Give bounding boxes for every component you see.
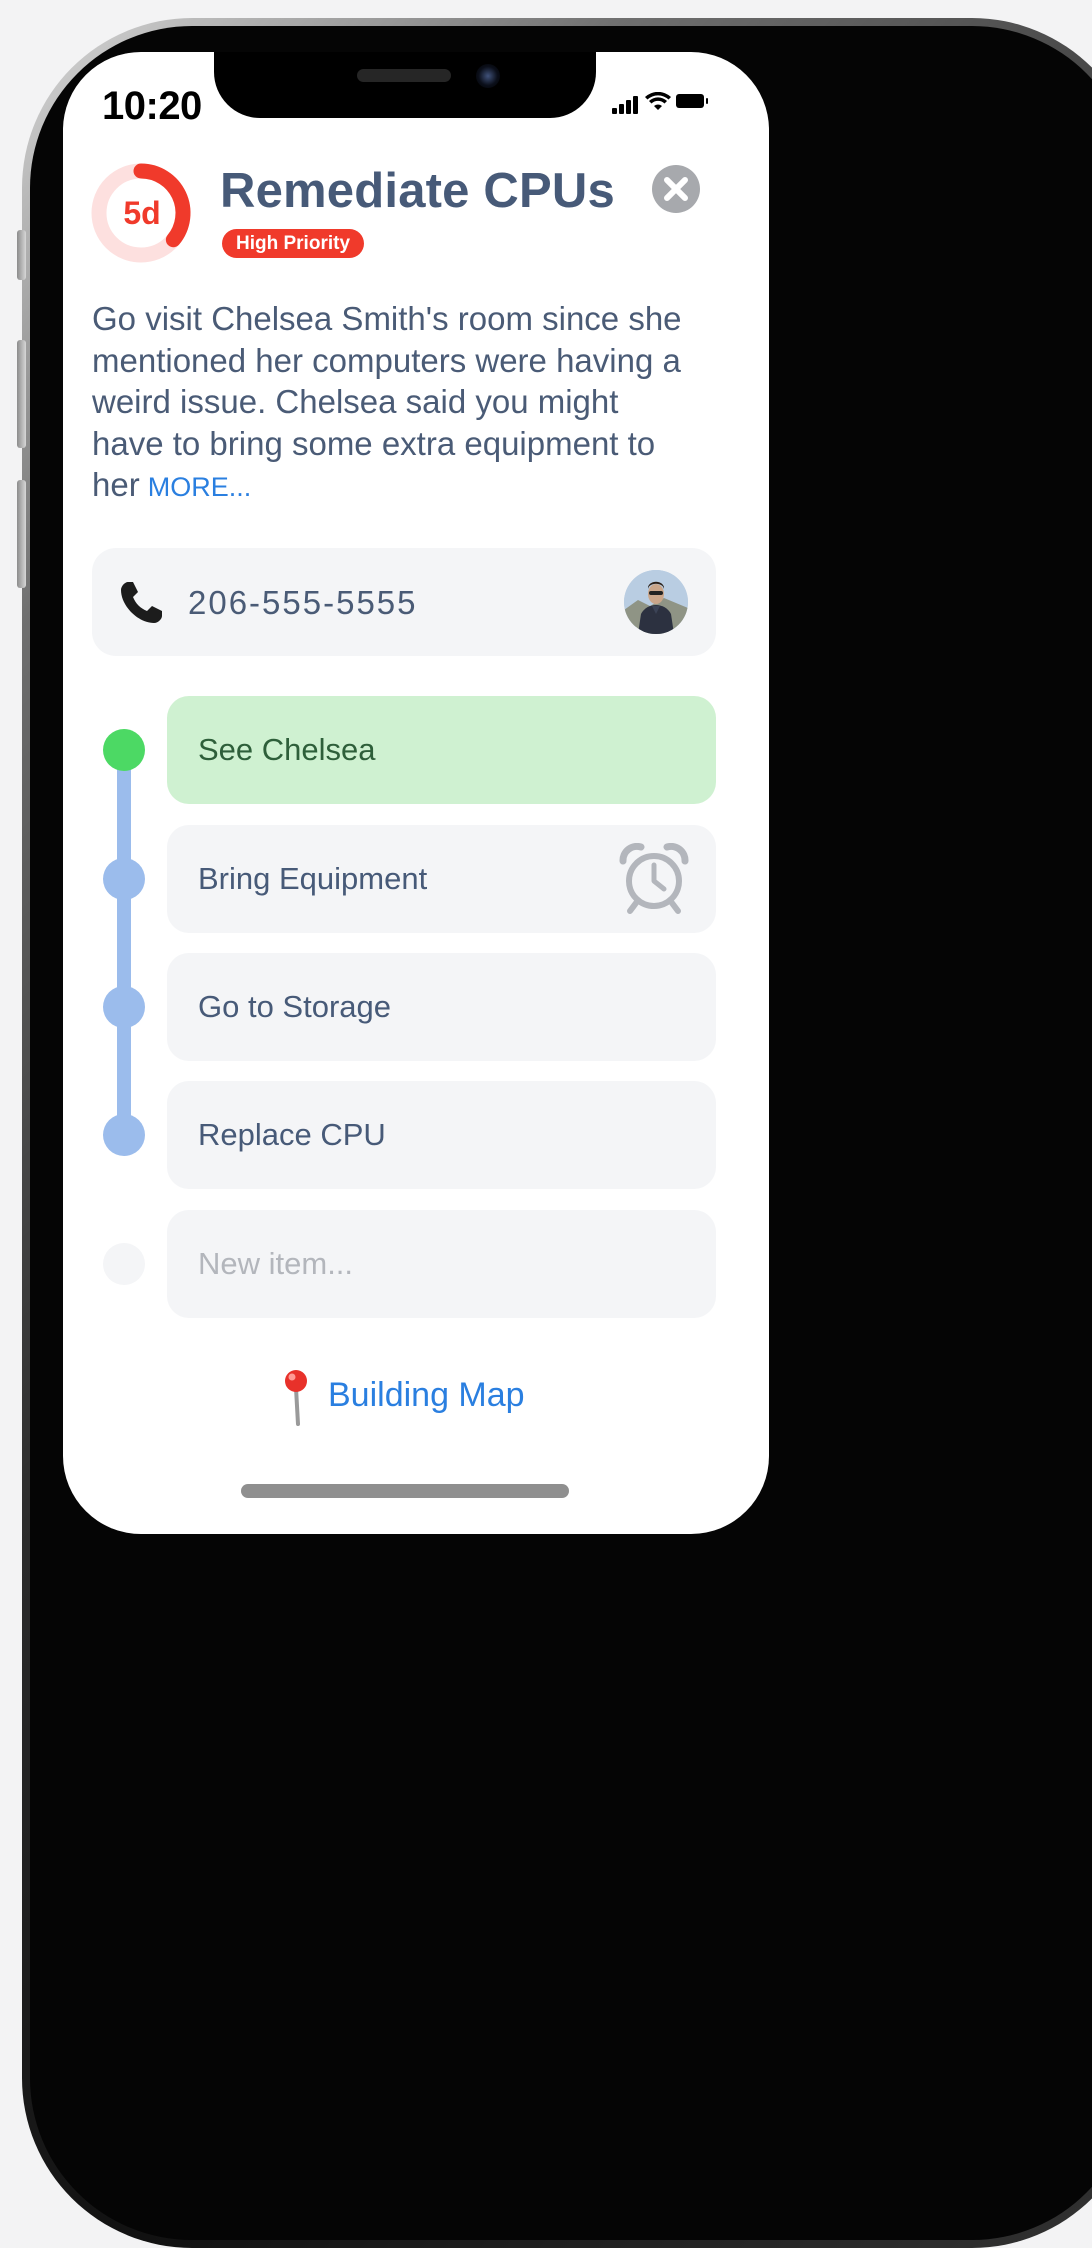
due-label: 5d <box>123 195 161 231</box>
app-screen: 10:20 5d Remediate CPUs High Priority Go… <box>0 0 1092 2213</box>
checklist-item-replace-cpu[interactable]: Replace CPU <box>167 1081 716 1189</box>
new-step-dot <box>103 1243 145 1285</box>
checklist-item-go-to-storage[interactable]: Go to Storage <box>167 953 716 1061</box>
phone-number: 206-555-5555 <box>188 584 418 621</box>
step-dot[interactable] <box>103 858 145 900</box>
contact-card[interactable]: 206-555-5555 <box>92 548 716 656</box>
checklist-item-see-chelsea[interactable]: See Chelsea <box>167 696 716 804</box>
checklist-item-label: Bring Equipment <box>198 861 428 896</box>
avatar[interactable] <box>624 570 688 634</box>
contact-photo <box>624 570 688 634</box>
checklist-item-label: Go to Storage <box>198 989 392 1024</box>
timeline-track <box>117 750 131 1136</box>
alarm-clock-icon[interactable] <box>619 843 689 915</box>
priority-badge: High Priority <box>222 229 365 258</box>
checklist-item-bring-equipment[interactable]: Bring Equipment <box>167 825 716 933</box>
battery-icon <box>676 94 708 108</box>
signal-bar <box>633 96 638 114</box>
close-icon <box>664 177 688 201</box>
task-description: Go visit Chelsea Smith's room since she … <box>92 298 692 509</box>
new-item-row[interactable] <box>167 1210 716 1318</box>
signal-bar <box>626 100 631 114</box>
status-time: 10:20 <box>102 84 202 128</box>
checklist-item-label: See Chelsea <box>198 732 376 767</box>
speaker-grille <box>357 69 451 82</box>
signal-bar <box>619 104 624 114</box>
step-dot[interactable] <box>103 1114 145 1156</box>
front-camera <box>476 64 500 88</box>
building-map-label: Building Map <box>328 1376 525 1414</box>
new-item-input[interactable] <box>198 1240 678 1288</box>
home-indicator[interactable] <box>241 1484 569 1498</box>
task-title: Remediate CPUs <box>220 164 615 218</box>
step-dot[interactable] <box>103 986 145 1028</box>
close-button[interactable] <box>652 165 700 213</box>
notch <box>214 52 596 118</box>
wifi-icon <box>645 92 671 110</box>
more-link[interactable]: MORE... <box>148 472 252 502</box>
checklist-item-label: Replace CPU <box>198 1117 386 1152</box>
status-icons <box>612 92 712 114</box>
signal-bar <box>612 108 617 114</box>
step-dot-done[interactable] <box>103 729 145 771</box>
phone-icon <box>121 582 162 623</box>
map-pin-icon <box>285 1370 307 1426</box>
